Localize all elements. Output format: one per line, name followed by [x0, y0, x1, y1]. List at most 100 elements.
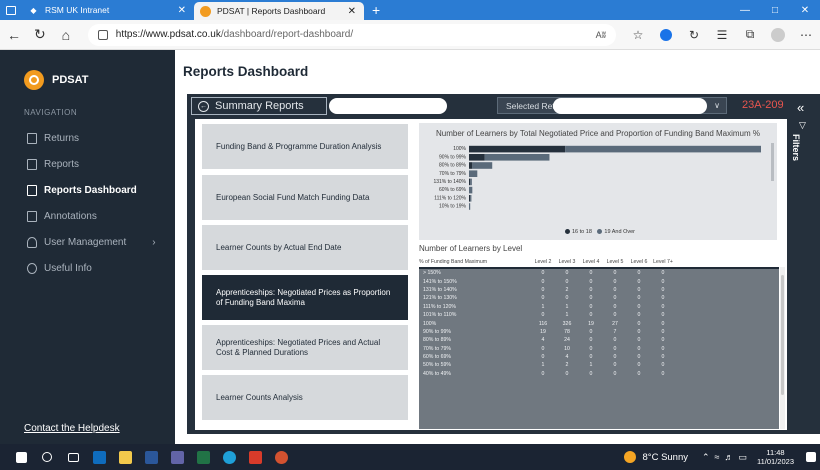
table-body[interactable]: > 150% 0 0 0 0 0 0 141% to 150% 0 0 0 0 0 0 131% to 14…: [419, 267, 779, 429]
table-cell: 70% to 79%: [423, 345, 451, 352]
sidebar-item-reports[interactable]: Reports: [27, 159, 79, 170]
word-icon[interactable]: [138, 444, 164, 470]
reader-mode-icon[interactable]: Aʬ: [596, 30, 606, 40]
new-tab-button[interactable]: +: [372, 2, 380, 18]
chart-bar[interactable]: [469, 203, 471, 210]
clock[interactable]: 11:48 11/01/2023: [757, 448, 794, 467]
chart-bar[interactable]: [469, 154, 485, 161]
address-bar[interactable]: https://www.pdsat.co.uk/dashboard/report…: [87, 23, 617, 46]
legend-swatch-b: [597, 229, 603, 235]
excel-icon[interactable]: [190, 444, 216, 470]
refresh-page-icon[interactable]: ↻: [680, 23, 708, 47]
table-cell: 19: [540, 328, 546, 335]
table-cell: 4: [565, 354, 569, 361]
weather-text[interactable]: 8°C Sunny: [642, 452, 688, 463]
chart-bar[interactable]: [469, 170, 478, 177]
file-explorer-icon[interactable]: [112, 444, 138, 470]
sidebar-item-useful-info[interactable]: Useful Info: [27, 263, 92, 274]
tray-icons[interactable]: ⌃ ≈ ♬ ▭: [702, 452, 747, 463]
notification-icon[interactable]: [806, 452, 816, 462]
table-cell: 0: [565, 370, 569, 377]
favorite-star-icon[interactable]: ☆: [624, 23, 652, 47]
edge-icon[interactable]: [216, 444, 242, 470]
refresh-icon[interactable]: ↻: [28, 23, 52, 47]
table-cell: 2: [565, 286, 569, 293]
search-icon[interactable]: [34, 444, 60, 470]
table-column-header[interactable]: Level 4: [579, 259, 603, 265]
chart-bar[interactable]: [469, 145, 566, 153]
collections-icon[interactable]: ⧉: [736, 23, 764, 47]
sidebar-item-returns[interactable]: Returns: [27, 133, 79, 144]
home-icon[interactable]: ⌂: [54, 23, 78, 47]
extension-icon[interactable]: [652, 23, 680, 47]
table-cell: 0: [661, 320, 665, 327]
table-cell: 121% to 130%: [423, 295, 457, 302]
table-cell: 0: [637, 295, 641, 302]
table-column-header[interactable]: Level 6: [627, 259, 651, 265]
chart-bar[interactable]: [469, 162, 473, 169]
chart-bar[interactable]: [484, 154, 550, 161]
windows-start-icon[interactable]: [8, 444, 34, 470]
table-cell: 0: [661, 270, 665, 277]
tab-actions-icon[interactable]: [0, 0, 22, 20]
report-button-learner-counts-end-date[interactable]: Learner Counts by Actual End Date: [202, 225, 408, 270]
table-cell: 90% to 99%: [423, 328, 451, 335]
minimize-icon[interactable]: —: [730, 0, 760, 20]
brand[interactable]: PDSAT: [24, 70, 88, 90]
table-cell: 0: [541, 354, 545, 361]
chart-bar[interactable]: [470, 178, 472, 186]
arrow-in-icon: [27, 133, 37, 144]
report-button-negotiated-prices-proportion[interactable]: Apprenticeships: Negotiated Prices as Pr…: [202, 275, 408, 320]
chart-bar[interactable]: [472, 162, 493, 169]
chart-bar[interactable]: [470, 195, 472, 202]
legend-label: 16 to 18: [572, 229, 592, 235]
table-column-header[interactable]: Level 7+: [651, 259, 675, 265]
favorites-icon[interactable]: ☰: [708, 23, 736, 47]
teams-icon[interactable]: [164, 444, 190, 470]
contact-helpdesk-link[interactable]: Contact the Helpdesk: [24, 423, 120, 434]
sidebar-item-annotations[interactable]: Annotations: [27, 211, 97, 222]
close-tab-icon[interactable]: ✕: [348, 6, 356, 17]
close-tab-icon[interactable]: ✕: [178, 5, 186, 16]
chevron-right-icon: ›: [152, 237, 156, 248]
powerpoint-icon[interactable]: [268, 444, 294, 470]
collapse-chevron-icon[interactable]: «: [797, 100, 804, 115]
chart-bar[interactable]: [565, 145, 761, 153]
chart-bar[interactable]: [469, 178, 471, 186]
table-column-header[interactable]: Level 5: [603, 259, 627, 265]
sidebar-item-reports-dashboard[interactable]: Reports Dashboard: [27, 185, 137, 196]
browser-tab-rsm-intranet[interactable]: ◆ RSM UK Intranet ✕: [22, 0, 194, 20]
table-column-header[interactable]: Level 3: [555, 259, 579, 265]
table-scrollbar[interactable]: [780, 267, 785, 429]
chart-scrollbar[interactable]: [771, 143, 774, 181]
report-button-learner-counts-analysis[interactable]: Learner Counts Analysis: [202, 375, 408, 420]
restore-icon[interactable]: □: [760, 0, 790, 20]
task-view-icon[interactable]: [60, 444, 86, 470]
table-column-header[interactable]: % of Funding Band Maximum: [419, 259, 531, 265]
filters-pane[interactable]: « ▽ Filters: [787, 94, 820, 434]
table-cell: 101% to 110%: [423, 312, 457, 319]
table-cell: 0: [589, 345, 593, 352]
browser-tab-pdsat[interactable]: PDSAT | Reports Dashboard ✕: [194, 2, 364, 20]
main-content: Reports Dashboard ← Summary Reports Sele…: [175, 50, 820, 444]
chart-bar[interactable]: [469, 195, 471, 202]
acrobat-icon[interactable]: [242, 444, 268, 470]
profile-avatar[interactable]: [764, 23, 792, 47]
report-button-negotiated-prices-actual-cost[interactable]: Apprenticeships: Negotiated Prices and A…: [202, 325, 408, 370]
report-button-funding-band[interactable]: Funding Band & Programme Duration Analys…: [202, 124, 408, 169]
report-button-esf-match[interactable]: European Social Fund Match Funding Data: [202, 175, 408, 220]
sidebar-item-user-management[interactable]: User Management ›: [27, 237, 156, 248]
summary-reports-button[interactable]: ← Summary Reports: [191, 97, 327, 115]
close-window-icon[interactable]: ✕: [790, 0, 820, 20]
page-title: Reports Dashboard: [183, 64, 309, 79]
more-options-icon[interactable]: ⋯: [792, 23, 820, 47]
chart-bar[interactable]: [469, 186, 473, 194]
chevron-down-icon: ∨: [714, 101, 720, 110]
back-icon[interactable]: ←: [2, 23, 26, 47]
chart-category-label: 131% to 140%: [433, 179, 466, 185]
outlook-icon[interactable]: [86, 444, 112, 470]
report-icon: [27, 159, 37, 170]
report-header: ← Summary Reports Selected Return ∨ 23A-…: [187, 94, 795, 118]
return-code: 23A-209: [742, 99, 784, 111]
table-column-header[interactable]: Level 2: [531, 259, 555, 265]
